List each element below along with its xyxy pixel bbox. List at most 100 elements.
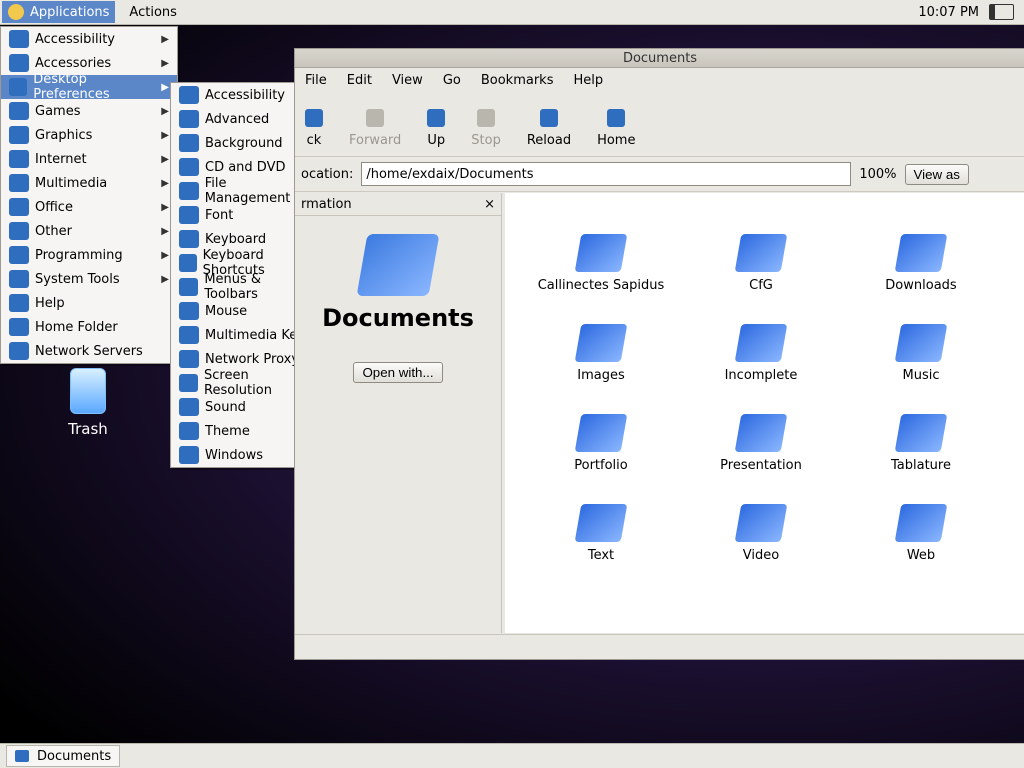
file-item[interactable]: CfG <box>681 203 841 293</box>
toolbar-label: ck <box>306 133 322 148</box>
actions-menu-button[interactable]: Actions <box>123 5 183 20</box>
submenu-arrow-icon: ▶ <box>161 33 169 45</box>
file-item[interactable]: Presentation <box>681 383 841 473</box>
apps-item[interactable]: Home Folder <box>1 315 177 339</box>
apps-item[interactable]: Internet ▶ <box>1 147 177 171</box>
menubar-item[interactable]: File <box>305 73 327 88</box>
apps-item-icon <box>9 246 29 264</box>
apps-item[interactable]: System Tools ▶ <box>1 267 177 291</box>
apps-item-icon <box>9 54 29 72</box>
toolbar-icon <box>366 109 385 127</box>
location-bar: ocation: 100% View as <box>295 157 1024 192</box>
toolbar-button[interactable]: Home <box>597 109 635 148</box>
prefs-item-label: Network Proxy <box>205 351 300 367</box>
toolbar-button[interactable]: Forward <box>349 109 401 148</box>
desktop-trash[interactable]: Trash <box>56 368 120 438</box>
apps-item-icon <box>9 174 29 192</box>
prefs-item-label: Sound <box>205 399 246 415</box>
toolbar-label: Up <box>427 133 446 148</box>
window-menubar: File Edit View Go Bookmarks Help <box>295 68 1024 92</box>
submenu-arrow-icon: ▶ <box>161 225 169 237</box>
file-label: Video <box>742 548 780 563</box>
toolbar-button[interactable]: ck <box>305 109 323 148</box>
applications-menu-button[interactable]: Applications <box>2 1 116 23</box>
apps-item-icon <box>9 102 29 120</box>
menubar-item[interactable]: Go <box>443 73 461 88</box>
file-item[interactable]: Web <box>841 473 1001 563</box>
toolbar-button[interactable]: Reload <box>527 109 571 148</box>
apps-item[interactable]: Network Servers <box>1 339 177 363</box>
toolbar-icon <box>607 109 626 127</box>
applications-label: Applications <box>30 4 110 20</box>
file-manager-window: Documents File Edit View Go Bookmarks Help ck… <box>294 48 1024 660</box>
file-item[interactable]: Callinectes Sapidus <box>521 203 681 293</box>
folder-icon <box>734 414 788 452</box>
folder-icon <box>894 324 948 362</box>
bottom-taskbar: Documents <box>0 743 1024 768</box>
open-with-button[interactable]: Open with... <box>353 362 443 383</box>
zoom-level: 100% <box>859 166 897 182</box>
file-item[interactable]: Video <box>681 473 841 563</box>
file-item[interactable]: Music <box>841 293 1001 383</box>
applications-menu: Accessibility ▶ Accessories ▶ Desktop Prefer… <box>0 26 178 364</box>
apps-item-label: Games <box>35 103 81 119</box>
apps-item[interactable]: Desktop Preferences ▶ <box>1 72 177 102</box>
file-item[interactable]: Text <box>521 473 681 563</box>
gnome-foot-icon <box>8 4 24 20</box>
prefs-item-label: Theme <box>205 423 250 439</box>
file-item[interactable]: Images <box>521 293 681 383</box>
prefs-item-icon <box>179 254 197 272</box>
file-item[interactable]: Portfolio <box>521 383 681 473</box>
file-label: Text <box>587 548 615 563</box>
menubar-item[interactable]: Help <box>573 73 603 88</box>
file-label: Tablature <box>891 458 951 473</box>
apps-item[interactable]: Graphics ▶ <box>1 123 177 147</box>
toolbar-button[interactable]: Up <box>427 109 446 148</box>
apps-item[interactable]: Help <box>1 291 177 315</box>
top-panel: Applications Actions 10:07 PM <box>0 0 1024 25</box>
file-item[interactable]: Downloads <box>841 203 1001 293</box>
volume-icon[interactable] <box>989 4 1014 20</box>
apps-item[interactable]: Games ▶ <box>1 99 177 123</box>
folder-icon <box>356 234 440 296</box>
apps-item[interactable]: Office ▶ <box>1 195 177 219</box>
prefs-item-icon <box>179 182 199 200</box>
sidebar-folder-name: Documents <box>322 304 474 332</box>
apps-item-label: Programming <box>35 247 123 263</box>
toolbar-label: Home <box>597 133 636 148</box>
toolbar-icon <box>305 109 323 127</box>
apps-item-label: Internet <box>35 151 87 167</box>
menubar-item[interactable]: View <box>392 73 423 88</box>
toolbar-button[interactable]: Stop <box>471 109 501 148</box>
apps-item[interactable]: Other ▶ <box>1 219 177 243</box>
prefs-item-icon <box>179 374 199 392</box>
apps-item[interactable]: Accessibility ▶ <box>1 27 177 51</box>
submenu-arrow-icon: ▶ <box>161 249 169 261</box>
prefs-item-label: Font <box>205 207 234 223</box>
apps-item-label: Office <box>35 199 73 215</box>
sidebar-header: rmation <box>301 196 352 212</box>
window-toolbar: ck Forward Up Stop Reload Home <box>295 92 1024 157</box>
folder-icon <box>894 234 948 272</box>
toolbar-label: Forward <box>349 133 402 148</box>
apps-item-icon <box>9 318 29 336</box>
file-item[interactable]: Incomplete <box>681 293 841 383</box>
folder-icon <box>894 414 948 452</box>
apps-item-icon <box>9 150 29 168</box>
file-label: CfG <box>749 278 773 293</box>
file-item[interactable]: Tablature <box>841 383 1001 473</box>
clock[interactable]: 10:07 PM <box>918 5 979 20</box>
menubar-item[interactable]: Edit <box>347 73 372 88</box>
toolbar-icon <box>539 109 558 127</box>
window-titlebar[interactable]: Documents <box>295 49 1024 68</box>
folder-icon <box>574 234 628 272</box>
task-button[interactable]: Documents <box>6 745 121 767</box>
view-as-button[interactable]: View as <box>904 163 969 185</box>
sidebar-close-button[interactable]: × <box>484 197 495 212</box>
menubar-item[interactable]: Bookmarks <box>481 73 554 88</box>
location-input[interactable] <box>361 162 852 186</box>
apps-item[interactable]: Multimedia ▶ <box>1 171 177 195</box>
apps-item-icon <box>9 78 28 96</box>
apps-item[interactable]: Programming ▶ <box>1 243 177 267</box>
file-label: Incomplete <box>724 368 798 383</box>
